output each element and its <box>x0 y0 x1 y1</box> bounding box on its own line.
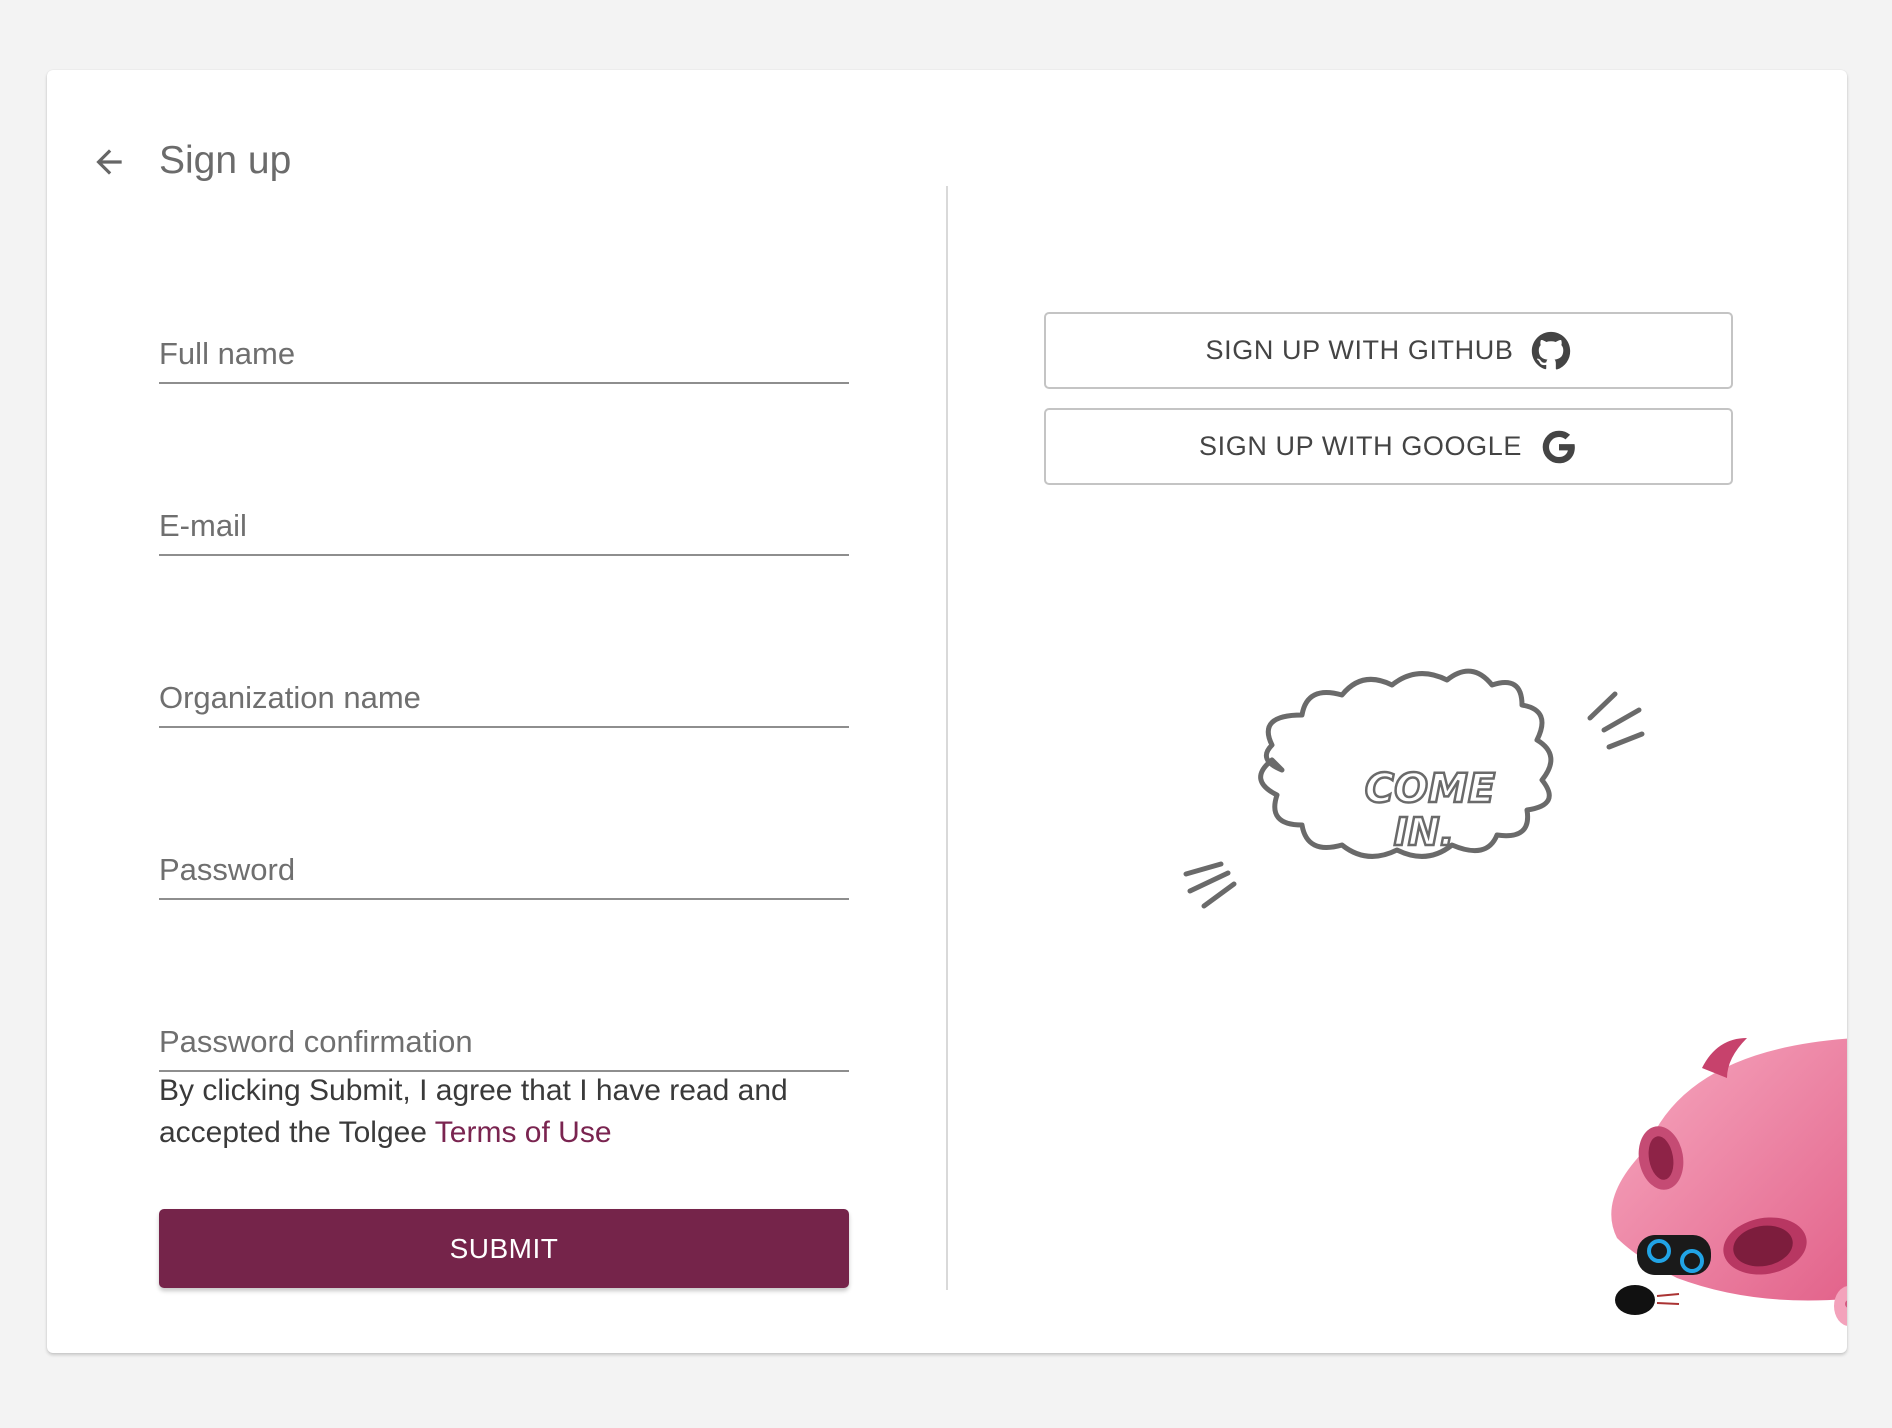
signup-card: Sign up By clicking Submit, I agree that… <box>47 70 1847 1353</box>
google-signup-button[interactable]: SIGN UP WITH GOOGLE <box>1044 408 1733 485</box>
email-field <box>159 492 849 556</box>
google-icon <box>1540 428 1578 466</box>
terms-of-use-link[interactable]: Terms of Use <box>435 1116 612 1149</box>
password-field <box>159 836 849 900</box>
vertical-divider <box>946 186 948 1290</box>
github-signup-button[interactable]: SIGN UP WITH GITHUB <box>1044 312 1733 389</box>
mouse-mascot-illustration <box>1611 1038 1847 1326</box>
full-name-input[interactable] <box>159 334 849 374</box>
arrow-left-icon <box>96 149 122 175</box>
full-name-field <box>159 320 849 384</box>
email-input[interactable] <box>159 506 849 546</box>
password-confirmation-field <box>159 1008 849 1072</box>
password-input[interactable] <box>159 850 849 890</box>
github-icon <box>1531 331 1571 371</box>
bubble-text-line2: IN. <box>1394 810 1454 854</box>
submit-button[interactable]: SUBMIT <box>159 1209 849 1288</box>
terms-notice: By clicking Submit, I agree that I have … <box>159 1070 879 1154</box>
come-in-bubble-illustration: COME IN. <box>1183 668 1645 909</box>
github-signup-label: SIGN UP WITH GITHUB <box>1205 335 1514 365</box>
google-signup-label: SIGN UP WITH GOOGLE <box>1199 431 1522 461</box>
back-button[interactable] <box>79 132 139 192</box>
password-confirmation-input[interactable] <box>159 1022 849 1062</box>
organization-field <box>159 664 849 728</box>
page-title: Sign up <box>159 139 292 182</box>
organization-input[interactable] <box>159 678 849 718</box>
bubble-text-line1: COME <box>1365 766 1496 812</box>
